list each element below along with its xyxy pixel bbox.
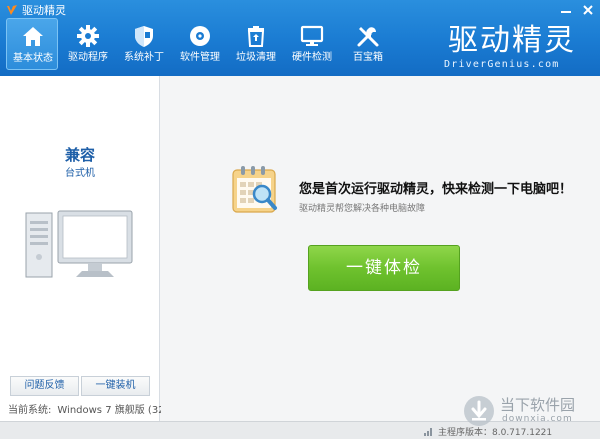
shield-icon bbox=[135, 26, 153, 47]
nav-item-system-patches[interactable]: 系统补丁 bbox=[118, 18, 170, 70]
nav-label: 百宝箱 bbox=[353, 52, 383, 63]
one-click-install-button[interactable]: 一键装机 bbox=[81, 376, 150, 396]
first-run-subline: 驱动精灵帮您解决各种电脑故障 bbox=[299, 204, 426, 214]
current-system-label: 当前系统: bbox=[8, 405, 52, 416]
nav-item-toolbox[interactable]: 百宝箱 bbox=[342, 18, 394, 70]
close-button[interactable] bbox=[578, 2, 598, 18]
nav-item-hardware[interactable]: 硬件检测 bbox=[286, 18, 338, 70]
nav-item-drivers[interactable]: 驱动程序 bbox=[62, 18, 114, 70]
minimize-button[interactable] bbox=[556, 2, 576, 18]
minimize-icon bbox=[561, 11, 571, 13]
gear-icon bbox=[77, 25, 99, 47]
nav-item-software[interactable]: 软件管理 bbox=[174, 18, 226, 70]
sidebar: 兼容 台式机 问题反馈 一键装机 当前系统: Windows 7 旗舰版 (32位… bbox=[0, 76, 178, 421]
window-title: 驱动精灵 bbox=[22, 4, 66, 17]
disc-icon bbox=[190, 26, 210, 46]
monitor-icon bbox=[300, 25, 324, 46]
feedback-button[interactable]: 问题反馈 bbox=[10, 376, 79, 396]
brand-name-cn: 驱动精灵 bbox=[448, 23, 576, 58]
watermark: 当下软件园 downxia.com bbox=[462, 392, 592, 432]
calendar-check-icon bbox=[232, 166, 277, 213]
close-icon bbox=[583, 5, 593, 15]
driver-genius-logo-icon bbox=[7, 5, 17, 15]
pc-type: 台式机 bbox=[65, 168, 95, 179]
nav-label: 驱动程序 bbox=[68, 52, 108, 63]
nav-label: 系统补丁 bbox=[124, 52, 164, 63]
nav-label: 软件管理 bbox=[180, 52, 220, 63]
watermark-name-cn: 当下软件园 bbox=[500, 396, 576, 414]
nav-label: 垃圾清理 bbox=[236, 52, 276, 63]
desktop-pc-illustration bbox=[25, 210, 133, 278]
current-system: 当前系统: Windows 7 旗舰版 (32位) bbox=[8, 401, 184, 416]
download-arrow-icon bbox=[464, 396, 494, 426]
nav-item-cleanup[interactable]: 垃圾清理 bbox=[230, 18, 282, 70]
watermark-name-en: downxia.com bbox=[502, 414, 573, 424]
first-run-headline: 您是首次运行驱动精灵，快来检测一下电脑吧！ bbox=[299, 182, 573, 197]
brand-logo: 驱动精灵 DriverGenius.com bbox=[444, 23, 594, 71]
signal-icon bbox=[424, 428, 432, 436]
brand-name-en: DriverGenius.com bbox=[444, 59, 560, 70]
one-click-check-button[interactable]: 一键体检 bbox=[308, 245, 460, 291]
home-icon bbox=[23, 27, 43, 46]
app-header: 驱动精灵 基本状态 驱动程序 系统补丁 软件管理 垃圾清理 硬件检测 百宝箱 驱… bbox=[0, 0, 600, 76]
pc-name: 兼容 bbox=[64, 146, 95, 164]
tools-icon bbox=[357, 27, 379, 47]
nav-item-basic-status[interactable]: 基本状态 bbox=[6, 18, 58, 70]
nav-label: 硬件检测 bbox=[292, 52, 332, 63]
trash-icon bbox=[247, 26, 265, 47]
main-panel: 您是首次运行驱动精灵，快来检测一下电脑吧！ 驱动精灵帮您解决各种电脑故障 一键体… bbox=[161, 76, 600, 421]
